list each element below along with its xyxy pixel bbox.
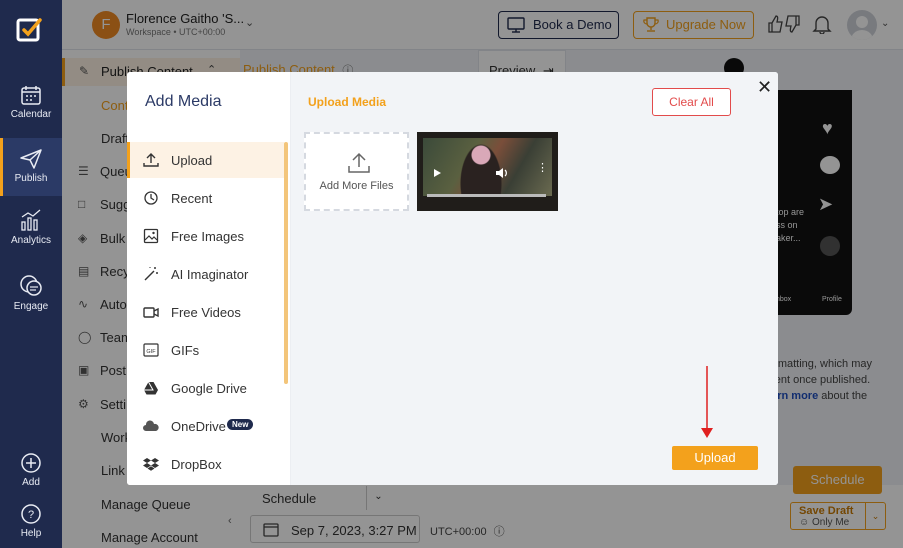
annotation-arrow-icon (701, 366, 713, 438)
source-item-google-drive[interactable]: Google Drive (127, 370, 284, 406)
rail-label: Engage (13, 301, 49, 312)
modal-title: Add Media (145, 93, 222, 110)
add-more-files-label: Add More Files (319, 180, 394, 192)
source-label: Free Videos (171, 305, 241, 320)
rail-add-label: Add (22, 477, 40, 488)
sidebar-scrollbar[interactable] (284, 142, 288, 384)
upload-icon (143, 153, 159, 167)
magic-wand-icon (144, 267, 158, 281)
new-badge: New (227, 419, 254, 430)
volume-icon[interactable] (495, 167, 509, 179)
more-options-icon[interactable]: ⋮ (537, 163, 548, 174)
source-label: Free Images (171, 229, 244, 244)
source-item-ai-imaginator[interactable]: AI Imaginator (127, 256, 284, 292)
close-icon[interactable]: ✕ (757, 77, 772, 98)
svg-text:GIF: GIF (146, 349, 156, 355)
source-item-upload[interactable]: Upload (127, 142, 284, 178)
add-media-modal: Add Media Upload Recent Free Images AI I… (127, 72, 778, 485)
rail-help-button[interactable]: ? Help (0, 503, 62, 543)
source-label: Upload (171, 153, 213, 168)
rail-item-analytics[interactable]: Analytics (0, 208, 62, 258)
rail-item-publish[interactable]: Publish (0, 138, 62, 196)
calendar-icon (21, 86, 41, 105)
video-progress-bar[interactable] (427, 194, 546, 197)
media-source-sidebar: Add Media Upload Recent Free Images AI I… (127, 72, 291, 485)
rail-label: Analytics (10, 235, 51, 246)
dropbox-icon (143, 458, 159, 471)
left-rail: Calendar Publish Analytics Engage Add ? … (0, 0, 62, 548)
upload-icon (348, 152, 370, 173)
video-thumbnail[interactable]: ⋮ (417, 132, 558, 211)
gif-icon: GIF (143, 343, 159, 357)
upload-button[interactable]: Upload (672, 446, 758, 470)
source-label: AI Imaginator (171, 267, 249, 282)
play-icon[interactable] (432, 168, 442, 178)
analytics-icon (21, 209, 41, 231)
source-label: DropBox (171, 457, 222, 472)
rail-add-button[interactable]: Add (0, 452, 62, 492)
source-label: OneDrive (171, 419, 226, 434)
source-item-onedrive[interactable]: OneDrive New (127, 408, 284, 444)
paper-plane-icon (20, 149, 42, 169)
rail-help-label: Help (20, 528, 42, 539)
source-label: Google Drive (171, 381, 247, 396)
app-logo-icon[interactable] (16, 16, 44, 44)
source-item-recent[interactable]: Recent (127, 180, 284, 216)
image-icon (143, 228, 159, 244)
source-label: GIFs (171, 343, 200, 358)
video-icon (143, 307, 159, 318)
history-icon (144, 191, 158, 205)
source-label: Recent (171, 191, 213, 206)
rail-label: Publish (14, 173, 48, 184)
source-item-free-videos[interactable]: Free Videos (127, 294, 284, 330)
source-item-dropbox[interactable]: DropBox (127, 446, 284, 482)
svg-text:?: ? (28, 509, 34, 521)
rail-label: Calendar (10, 109, 52, 120)
add-more-files-dropzone[interactable]: Add More Files (304, 132, 409, 211)
plus-circle-icon (21, 453, 41, 473)
clear-all-button[interactable]: Clear All (652, 88, 731, 116)
rail-item-calendar[interactable]: Calendar (0, 80, 62, 130)
upload-heading: Upload Media (308, 95, 387, 109)
help-icon: ? (21, 504, 41, 524)
source-item-gifs[interactable]: GIF GIFs (127, 332, 284, 368)
rail-item-engage[interactable]: Engage (0, 274, 62, 324)
google-drive-icon (144, 381, 158, 395)
source-item-free-images[interactable]: Free Images (127, 218, 284, 254)
cloud-icon (143, 420, 159, 431)
chat-bubbles-icon (20, 275, 42, 296)
